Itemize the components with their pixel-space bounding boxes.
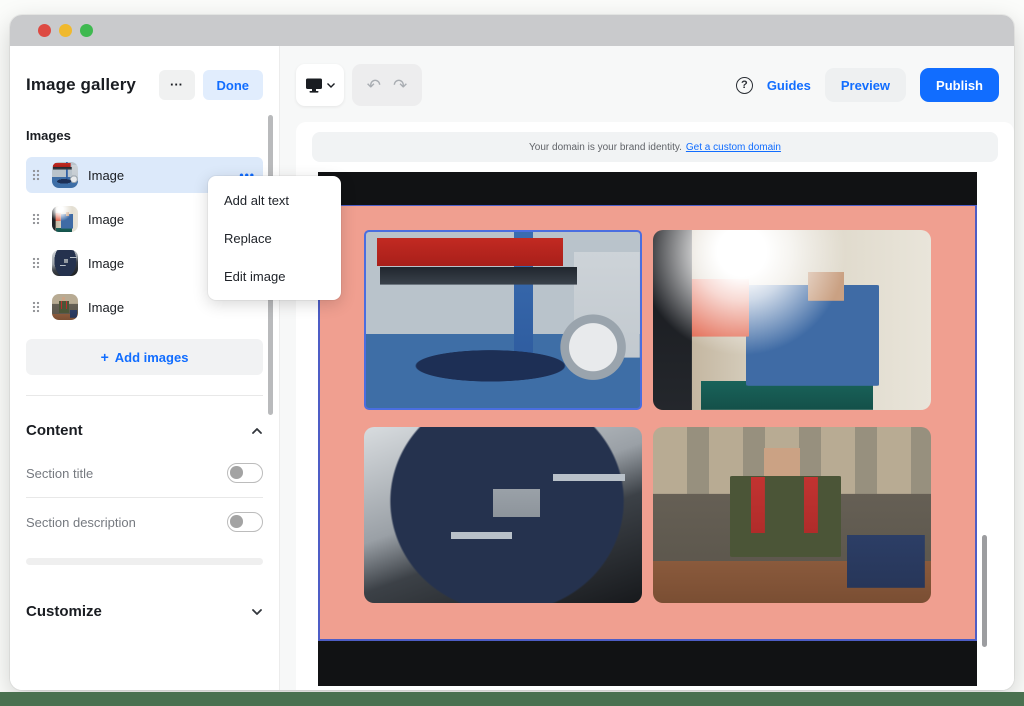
editor-toolbar: ↶ ↷ ? Guides Preview Publish — [280, 46, 1014, 122]
menu-item-edit-image[interactable]: Edit image — [208, 257, 341, 295]
drag-handle-icon[interactable] — [30, 255, 42, 271]
customize-section-header[interactable]: Customize — [26, 603, 263, 620]
customize-heading: Customize — [26, 603, 102, 620]
plus-icon: + — [101, 349, 109, 365]
drag-handle-icon[interactable] — [30, 167, 42, 183]
device-selector-button[interactable] — [296, 64, 344, 106]
minimize-window-icon[interactable] — [59, 24, 72, 37]
window-titlebar — [10, 15, 1014, 46]
thick-divider — [26, 558, 263, 565]
menu-item-add-alt-text[interactable]: Add alt text — [208, 181, 341, 219]
chevron-down-icon — [251, 608, 263, 616]
zoom-window-icon[interactable] — [80, 24, 93, 37]
image-thumbnail-2 — [52, 206, 78, 232]
close-window-icon[interactable] — [38, 24, 51, 37]
image-item-label: Image — [88, 300, 124, 315]
editor-window: Image gallery ··· Done Images Image ••• — [10, 15, 1014, 690]
image-item-label: Image — [88, 256, 124, 271]
gallery-image-1[interactable] — [364, 230, 642, 410]
menu-item-replace[interactable]: Replace — [208, 219, 341, 257]
site-header-bar[interactable] — [318, 172, 977, 205]
section-title-toggle[interactable] — [227, 463, 263, 483]
image-item-label: Image — [88, 168, 124, 183]
undo-redo-group: ↶ ↷ — [352, 64, 422, 106]
redo-icon[interactable]: ↷ — [393, 77, 407, 94]
editor-area: ↶ ↷ ? Guides Preview Publish Your domain… — [280, 46, 1014, 690]
publish-button[interactable]: Publish — [920, 68, 999, 102]
drag-handle-icon[interactable] — [30, 211, 42, 227]
chevron-up-icon — [251, 427, 263, 435]
caret-down-icon — [327, 83, 335, 88]
section-description-row: Section description — [26, 512, 263, 532]
domain-banner: Your domain is your brand identity. Get … — [312, 132, 998, 162]
image-gallery-panel: Image gallery ··· Done Images Image ••• — [10, 46, 280, 690]
domain-banner-text: Your domain is your brand identity. — [529, 142, 682, 153]
drag-handle-icon[interactable] — [30, 299, 42, 315]
image-item-label: Image — [88, 212, 124, 227]
site-footer-bar[interactable] — [318, 641, 977, 686]
get-custom-domain-link[interactable]: Get a custom domain — [686, 142, 781, 153]
content-section-header[interactable]: Content — [26, 422, 263, 439]
add-images-label: Add images — [115, 350, 189, 365]
desktop-monitor-icon — [305, 77, 323, 94]
image-context-menu: Add alt text Replace Edit image — [208, 176, 341, 300]
page-background-strip — [0, 692, 1024, 706]
done-button[interactable]: Done — [203, 70, 264, 100]
section-title-row: Section title — [26, 463, 263, 483]
app-body: Image gallery ··· Done Images Image ••• — [10, 46, 1014, 690]
gallery-image-4[interactable] — [653, 427, 931, 603]
section-title-label: Section title — [26, 466, 93, 481]
site-preview — [318, 172, 977, 686]
site-canvas: Your domain is your brand identity. Get … — [296, 122, 1014, 690]
divider — [26, 497, 263, 498]
add-images-button[interactable]: + Add images — [26, 339, 263, 375]
gallery-image-2[interactable] — [653, 230, 931, 410]
toolbar-right-group: ? Guides Preview Publish — [736, 68, 999, 102]
canvas-scrollbar[interactable] — [982, 535, 987, 647]
help-icon[interactable]: ? — [736, 77, 753, 94]
images-heading: Images — [26, 128, 263, 143]
content-heading: Content — [26, 422, 83, 439]
panel-header: Image gallery ··· Done — [26, 70, 263, 100]
section-description-toggle[interactable] — [227, 512, 263, 532]
image-thumbnail-1 — [52, 162, 78, 188]
undo-icon[interactable]: ↶ — [367, 77, 381, 94]
section-description-label: Section description — [26, 515, 136, 530]
image-thumbnail-3 — [52, 250, 78, 276]
preview-button[interactable]: Preview — [825, 68, 906, 102]
guides-link[interactable]: Guides — [767, 78, 811, 93]
gallery-section[interactable] — [318, 205, 977, 641]
gallery-image-3[interactable] — [364, 427, 642, 603]
panel-title: Image gallery — [26, 75, 136, 95]
divider — [26, 395, 263, 396]
panel-more-button[interactable]: ··· — [159, 70, 195, 100]
image-thumbnail-4 — [52, 294, 78, 320]
